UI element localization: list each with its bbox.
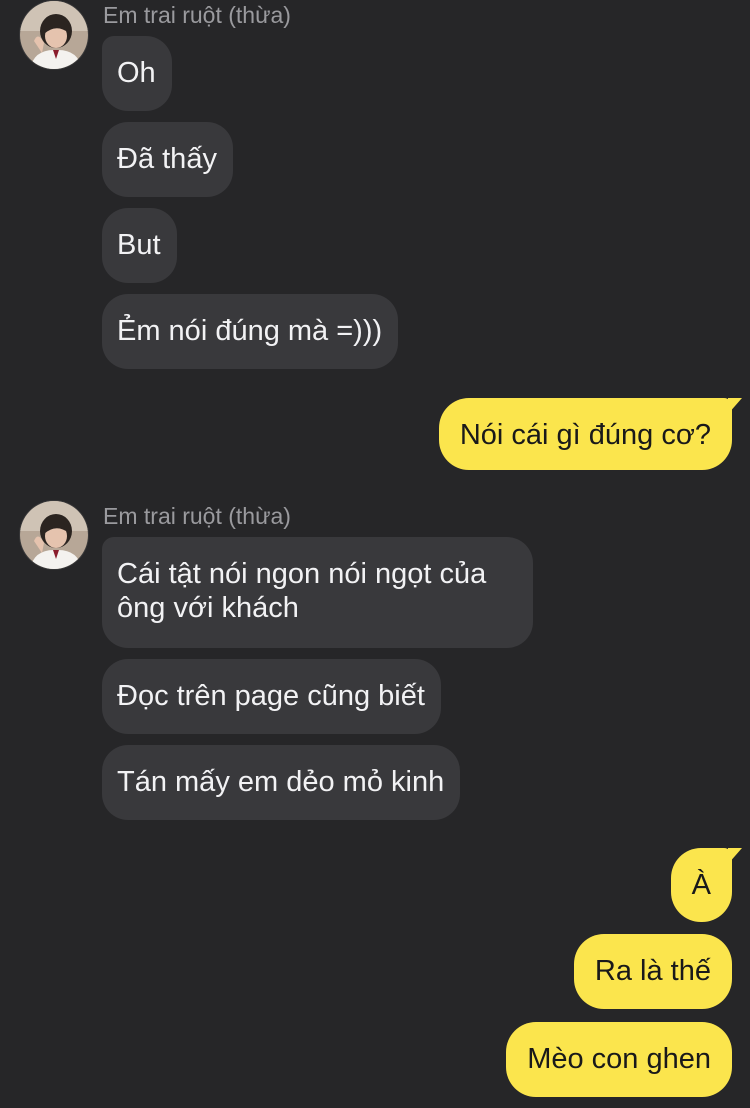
outgoing-message[interactable]: À (670, 848, 743, 922)
message-text: Mèo con ghen (527, 1043, 711, 1075)
message-text: Oh (117, 57, 156, 89)
contact-avatar[interactable] (20, 1, 88, 69)
incoming-message[interactable]: But (102, 208, 177, 283)
sender-name: Em trai ruột (thừa) (103, 503, 291, 529)
incoming-message[interactable]: Cái tật nói ngon nói ngọt của ông với kh… (102, 537, 533, 648)
message-text: À (691, 869, 711, 901)
avatar-photo-icon (20, 501, 88, 569)
outgoing-message[interactable]: Ra là thế (573, 934, 732, 1009)
message-text: But (117, 229, 161, 261)
chat-thread: Em trai ruột (thừa) Oh Đã thấy But Ẻm nó… (0, 0, 750, 1108)
incoming-message[interactable]: Đọc trên page cũng biết (102, 659, 441, 734)
outgoing-message[interactable]: Nói cái gì đúng cơ? (438, 398, 743, 470)
sender-name: Em trai ruột (thừa) (103, 2, 291, 28)
contact-avatar[interactable] (20, 501, 88, 569)
message-text: Tán mấy em dẻo mỏ kinh (117, 766, 445, 798)
message-text: Đã thấy (117, 143, 217, 175)
message-text: Đọc trên page cũng biết (117, 680, 425, 712)
incoming-message[interactable]: Ẻm nói đúng mà =))) (102, 294, 399, 369)
message-text: Cái tật nói ngon nói ngọt của ông với kh… (117, 558, 487, 624)
message-text: Ẻm nói đúng mà =))) (117, 315, 383, 347)
message-text: Ra là thế (594, 955, 711, 987)
incoming-message[interactable]: Oh (102, 36, 172, 111)
incoming-message[interactable]: Tán mấy em dẻo mỏ kinh (102, 745, 461, 820)
avatar-photo-icon (20, 1, 88, 69)
message-text: Nói cái gì đúng cơ? (459, 419, 711, 451)
incoming-message[interactable]: Đã thấy (102, 122, 233, 197)
outgoing-message[interactable]: Mèo con ghen (506, 1022, 732, 1097)
